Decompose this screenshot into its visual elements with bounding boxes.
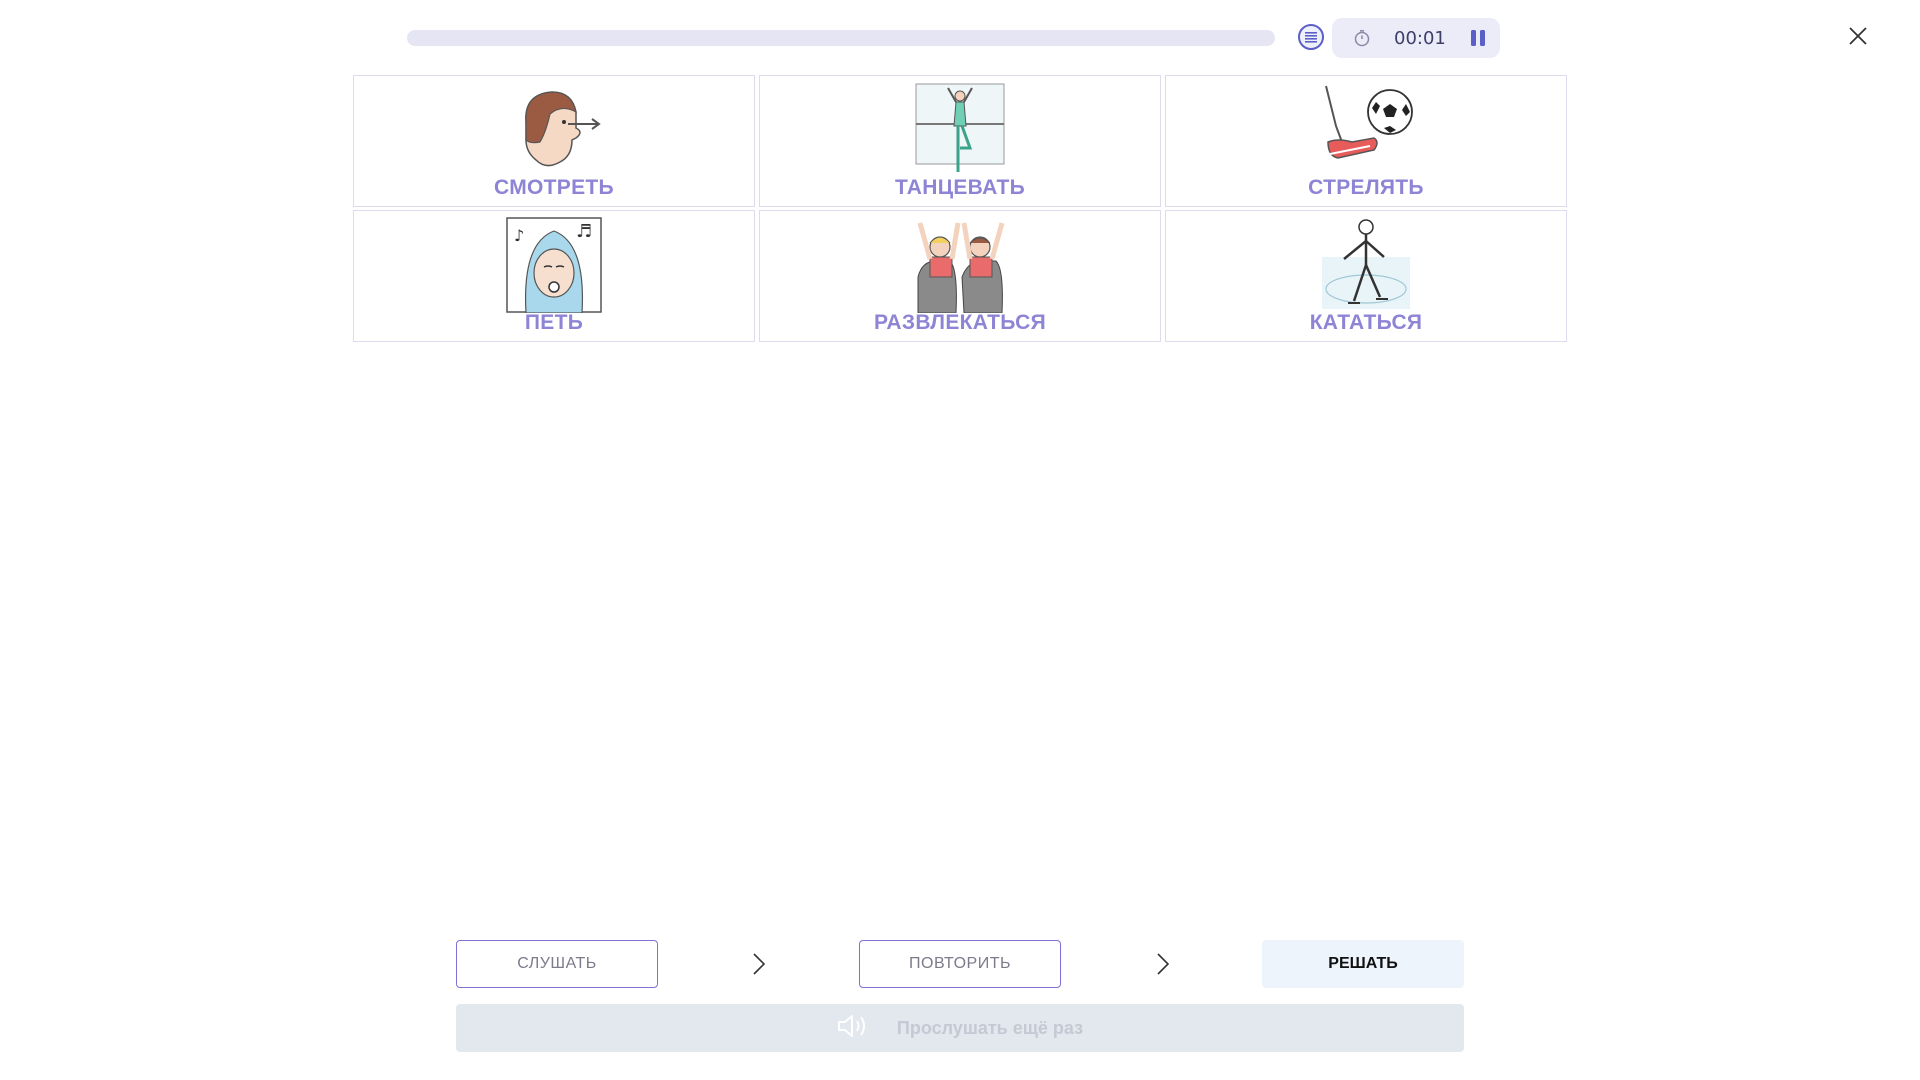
svg-text:♪: ♪ (514, 226, 524, 245)
close-button[interactable] (1846, 24, 1870, 48)
chevron-right-icon (1152, 952, 1174, 976)
list-icon (1305, 32, 1317, 43)
step-bar: СЛУШАТЬ ПОВТОРИТЬ РЕШАТЬ (456, 940, 1464, 988)
stopwatch-icon (1352, 28, 1372, 48)
card-have-fun[interactable]: РАЗВЛЕКАТЬСЯ (759, 210, 1161, 342)
kick-ball-icon (1318, 82, 1414, 178)
progress-bar (407, 30, 1275, 46)
chevron-right-icon (748, 952, 770, 976)
task-list-button[interactable] (1298, 24, 1324, 50)
timer: 00:01 (1332, 18, 1500, 58)
skate-icon (1318, 217, 1414, 313)
card-label: ПЕТЬ (524, 311, 584, 334)
word-cards-grid: СМОТРЕТЬ ТАНЦЕВАТЬ СТРЕЛЯТЬ ♪ ♬ ПЕТЬ РАЗ… (353, 75, 1567, 342)
pause-icon (1470, 30, 1485, 46)
replay-label: Прослушать ещё раз (896, 1017, 1084, 1038)
card-label: РАЗВЛЕКАТЬСЯ (873, 311, 1047, 334)
timer-value: 00:01 (1394, 27, 1446, 49)
speaker-icon (837, 1013, 869, 1044)
have-fun-icon (912, 217, 1008, 313)
dance-icon (912, 82, 1008, 178)
sing-icon: ♪ ♬ (506, 217, 602, 313)
card-label: СМОТРЕТЬ (494, 176, 614, 199)
card-label: ТАНЦЕВАТЬ (894, 176, 1026, 199)
top-bar: 00:01 (0, 0, 1920, 70)
card-skate[interactable]: КАТАТЬСЯ (1165, 210, 1567, 342)
card-dance[interactable]: ТАНЦЕВАТЬ (759, 75, 1161, 207)
repeat-button[interactable]: ПОВТОРИТЬ (859, 940, 1061, 988)
card-label: КАТАТЬСЯ (1309, 311, 1423, 334)
pause-button[interactable] (1468, 28, 1488, 48)
solve-button[interactable]: РЕШАТЬ (1262, 940, 1464, 988)
look-icon (506, 82, 602, 178)
card-label: СТРЕЛЯТЬ (1308, 176, 1424, 199)
card-look[interactable]: СМОТРЕТЬ (353, 75, 755, 207)
card-kick[interactable]: СТРЕЛЯТЬ (1165, 75, 1567, 207)
close-icon (1849, 27, 1867, 45)
replay-button[interactable]: Прослушать ещё раз (456, 1004, 1464, 1052)
svg-text:♬: ♬ (576, 221, 592, 242)
card-sing[interactable]: ♪ ♬ ПЕТЬ (353, 210, 755, 342)
listen-button[interactable]: СЛУШАТЬ (456, 940, 658, 988)
